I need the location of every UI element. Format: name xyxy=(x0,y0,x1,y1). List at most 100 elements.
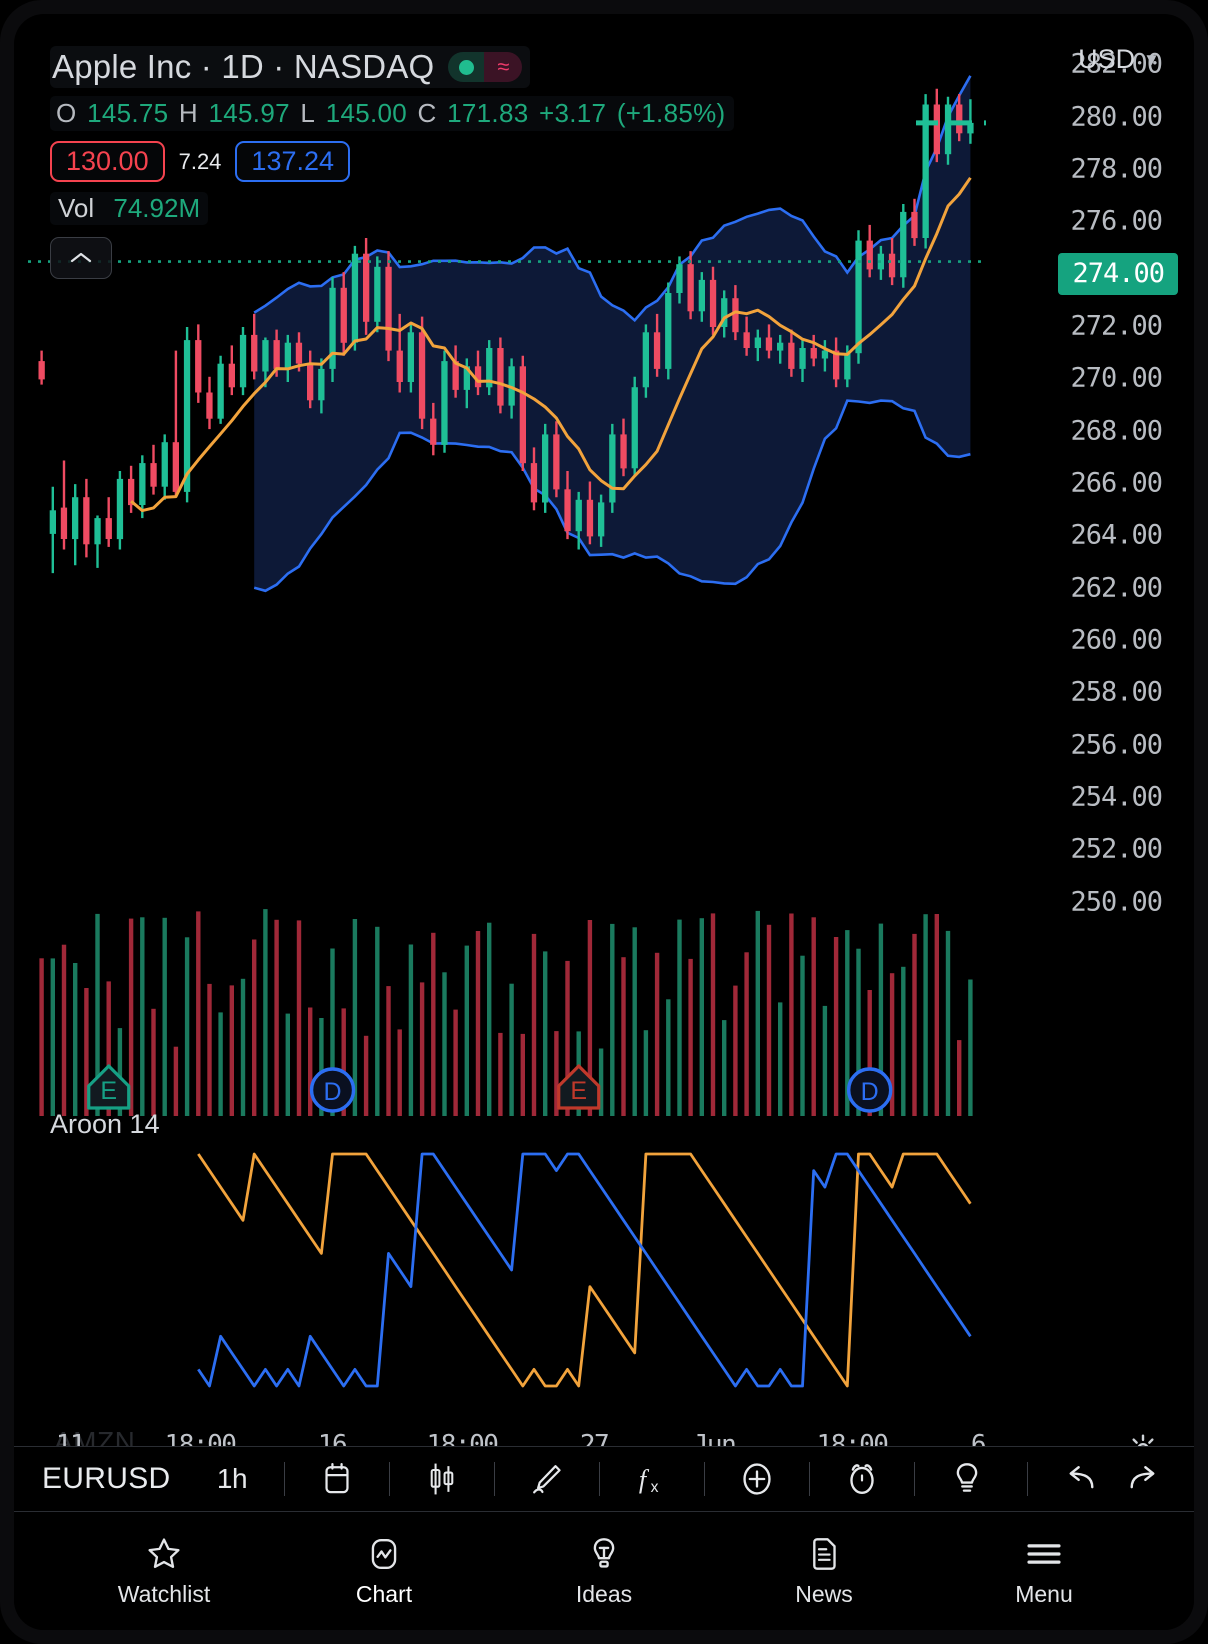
svg-text:E: E xyxy=(570,1077,587,1105)
divider xyxy=(599,1462,600,1496)
nav-item-chart[interactable]: Chart xyxy=(309,1535,459,1608)
ohlc-o-label: O xyxy=(56,98,77,128)
alarm-icon xyxy=(850,1464,874,1495)
add-button[interactable] xyxy=(725,1451,789,1507)
bottom-navigation: Watchlist Chart Ideas News Menu xyxy=(14,1512,1194,1630)
toolbar-symbol[interactable]: EURUSD xyxy=(42,1462,170,1496)
price-tick-260-00: 260.00 xyxy=(1070,624,1163,656)
candlestick-icon xyxy=(430,1463,454,1495)
lightbulb-icon xyxy=(956,1463,978,1492)
price-tick-254-00: 254.00 xyxy=(1070,781,1163,813)
nav-label-watchlist: Watchlist xyxy=(117,1580,211,1607)
price-tick-256-00: 256.00 xyxy=(1070,729,1163,761)
undo-icon xyxy=(1069,1466,1094,1489)
hamburger-icon xyxy=(1025,1535,1063,1573)
price-tick-266-00: 266.00 xyxy=(1070,467,1163,499)
indicators-button[interactable]: f x xyxy=(620,1451,684,1507)
nav-label-chart: Chart xyxy=(355,1580,413,1607)
toolbar-items: 1h f x xyxy=(200,1451,999,1507)
nav-item-watchlist[interactable]: Watchlist xyxy=(89,1535,239,1608)
divider xyxy=(389,1462,390,1496)
ohlc-row: O 145.75 H 145.97 L 145.00 C 171.83 +3.1… xyxy=(50,96,735,131)
price-tick-264-00: 264.00 xyxy=(1070,519,1163,551)
chart-toolbar: EURUSD 1h f x xyxy=(14,1446,1194,1512)
change-percent: (+1.85%) xyxy=(616,98,726,128)
calendar-icon xyxy=(325,1462,349,1494)
nav-item-news[interactable]: News xyxy=(749,1535,899,1608)
bollinger-lower-pill[interactable]: 130.00 xyxy=(50,141,165,182)
currency-selector[interactable]: USD ▼ xyxy=(1078,44,1160,75)
svg-text:D: D xyxy=(861,1078,879,1106)
pencil-icon xyxy=(533,1465,561,1494)
volume-value: 74.92M xyxy=(113,193,201,223)
price-tick-280-00: 280.00 xyxy=(1070,101,1163,133)
svg-text:f: f xyxy=(639,1465,650,1494)
plus-circle-icon xyxy=(743,1463,771,1495)
change-value: +3.17 xyxy=(539,98,607,128)
price-tick-258-00: 258.00 xyxy=(1070,676,1163,708)
star-icon xyxy=(146,1535,182,1573)
redo-button[interactable] xyxy=(1112,1451,1176,1507)
price-axis[interactable]: 282.00280.00278.00276.00274.00272.00270.… xyxy=(984,26,1180,1430)
nav-item-menu[interactable]: Menu xyxy=(969,1535,1119,1608)
timeframe-button[interactable]: 1h xyxy=(200,1451,264,1507)
document-icon xyxy=(807,1535,841,1573)
price-tick-270-00: 270.00 xyxy=(1070,362,1163,394)
chart-line-icon xyxy=(366,1535,402,1573)
svg-text:x: x xyxy=(651,1479,659,1496)
ohlc-h-value: 145.97 xyxy=(208,98,290,128)
current-price-badge[interactable]: 274.00 xyxy=(1058,252,1178,295)
ohlc-l-value: 145.00 xyxy=(325,98,408,128)
undo-button[interactable] xyxy=(1048,1451,1112,1507)
nav-label-ideas: Ideas xyxy=(575,1580,633,1607)
volume-label: Vol xyxy=(58,193,95,223)
alerts-button[interactable] xyxy=(830,1451,894,1507)
redo-icon xyxy=(1130,1466,1155,1489)
legend-title-row[interactable]: Apple Inc · 1D · NASDAQ ≈ xyxy=(50,46,531,88)
chart-type-button[interactable] xyxy=(410,1451,474,1507)
divider xyxy=(1027,1462,1028,1496)
chart-legend: Apple Inc · 1D · NASDAQ ≈ O 145.75 H 145… xyxy=(50,46,735,279)
nav-item-ideas[interactable]: Ideas xyxy=(529,1535,679,1608)
collapse-legend-button[interactable] xyxy=(50,237,112,279)
ohlc-h-label: H xyxy=(178,98,198,128)
nav-label-news: News xyxy=(795,1580,853,1607)
volume-row: Vol 74.92M xyxy=(50,192,209,225)
bollinger-upper-pill[interactable]: 137.24 xyxy=(235,141,351,182)
app-screen: E D E D Apple Inc · 1D · NASDAQ ≈ O 145.75 … xyxy=(14,14,1194,1630)
divider xyxy=(284,1462,285,1496)
divider xyxy=(494,1462,495,1496)
bollinger-row: 130.00 7.24 137.24 xyxy=(50,141,734,182)
price-tick-272-00: 272.00 xyxy=(1070,310,1163,342)
toolbar-history-group xyxy=(1007,1451,1176,1507)
green-dot-icon xyxy=(448,52,485,82)
page-title: Apple Inc · 1D · NASDAQ xyxy=(52,48,435,85)
draw-button[interactable] xyxy=(515,1451,579,1507)
wave-icon: ≈ xyxy=(484,52,523,82)
fx-icon: f x xyxy=(639,1465,659,1496)
price-tick-278-00: 278.00 xyxy=(1070,153,1163,185)
ohlc-o-value: 145.75 xyxy=(87,98,169,128)
device-frame: E D E D Apple Inc · 1D · NASDAQ ≈ O 145.75 … xyxy=(0,0,1208,1644)
ohlc-l-label: L xyxy=(300,98,316,128)
price-tick-250-00: 250.00 xyxy=(1070,886,1163,918)
currency-label: USD xyxy=(1078,44,1136,74)
nav-label-menu: Menu xyxy=(1015,1580,1073,1607)
ohlc-c-label: C xyxy=(417,98,437,128)
chevron-up-icon xyxy=(70,252,92,263)
divider xyxy=(704,1462,705,1496)
svg-text:E: E xyxy=(100,1077,117,1105)
calendar-button[interactable] xyxy=(305,1451,369,1507)
divider xyxy=(809,1462,810,1496)
divider xyxy=(914,1462,915,1496)
market-status-badges[interactable]: ≈ xyxy=(448,52,523,82)
aroon-pane-label: Aroon 14 xyxy=(50,1109,160,1139)
ohlc-c-value: 171.83 xyxy=(447,98,529,128)
chevron-down-icon: ▼ xyxy=(1143,49,1160,69)
svg-text:D: D xyxy=(324,1078,342,1106)
price-tick-276-00: 276.00 xyxy=(1070,205,1163,237)
ideas-button[interactable] xyxy=(935,1451,999,1507)
price-tick-252-00: 252.00 xyxy=(1070,833,1163,865)
lightbulb-icon xyxy=(587,1535,621,1573)
price-tick-262-00: 262.00 xyxy=(1070,572,1163,604)
